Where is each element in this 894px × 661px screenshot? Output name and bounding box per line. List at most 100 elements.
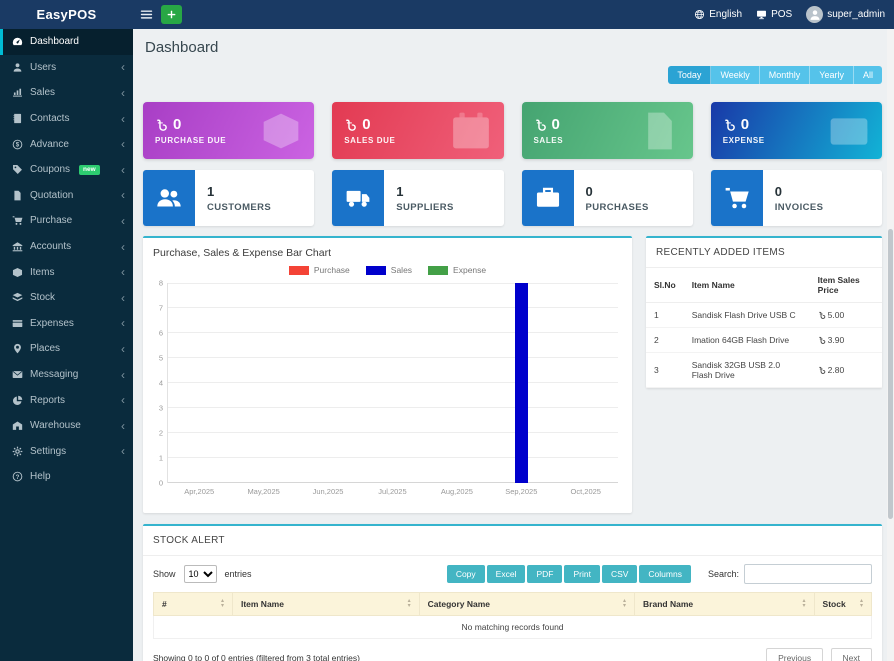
building-icon [12, 420, 23, 431]
sidebar-item-coupons[interactable]: Couponsnew‹ [0, 157, 133, 183]
stock-col-#[interactable]: ▴▾# [154, 593, 233, 616]
stat-value: 0 [173, 116, 181, 133]
filter-today-button[interactable]: Today [668, 66, 711, 84]
chart-icon [12, 87, 23, 98]
sidebar-item-label: Items [30, 267, 54, 278]
sidebar-item-accounts[interactable]: Accounts‹ [0, 234, 133, 260]
stat-card-row: 0PURCHASE DUE0SALES DUE0SALES0EXPENSE [143, 102, 882, 159]
stock-col-item-name[interactable]: ▴▾Item Name [232, 593, 419, 616]
sort-icon: ▴▾ [860, 599, 863, 609]
app-logo[interactable]: EasyPOS [0, 7, 133, 22]
recent-item-row: 3Sandisk 32GB USB 2.0 Flash Drive2.80 [646, 353, 882, 388]
price-amount: 3.90 [828, 335, 845, 345]
summary-label: SUPPLIERS [396, 202, 453, 213]
previous-page-button[interactable]: Previous [766, 648, 823, 661]
recent-col-header: Item Sales Price [810, 268, 882, 303]
stat-value: 0 [552, 116, 560, 133]
sidebar-item-label: Settings [30, 446, 66, 457]
sidebar-item-purchase[interactable]: Purchase‹ [0, 208, 133, 234]
export-copy-button[interactable]: Copy [447, 565, 485, 583]
x-tick-label: May,2025 [231, 487, 295, 496]
price-amount: 5.00 [828, 310, 845, 320]
chevron-left-icon: ‹ [121, 343, 125, 355]
export-columns-button[interactable]: Columns [639, 565, 691, 583]
filter-monthly-button[interactable]: Monthly [760, 66, 811, 84]
briefcase-icon [535, 185, 561, 211]
export-csv-button[interactable]: CSV [602, 565, 637, 583]
sidebar-item-advance[interactable]: $Advance‹ [0, 131, 133, 157]
y-tick-label: 8 [159, 279, 163, 288]
gridline [168, 382, 618, 383]
stat-value: 0 [741, 116, 749, 133]
pie-icon [12, 395, 23, 406]
sidebar-item-expenses[interactable]: Expenses‹ [0, 311, 133, 337]
sidebar-toggle-button[interactable] [140, 8, 153, 21]
sidebar-item-help[interactable]: ?Help [0, 464, 133, 490]
sidebar-item-settings[interactable]: Settings‹ [0, 439, 133, 465]
legend-swatch [428, 266, 448, 275]
y-tick-label: 4 [159, 379, 163, 388]
sidebar-item-sales[interactable]: Sales‹ [0, 80, 133, 106]
sidebar-item-contacts[interactable]: Contacts‹ [0, 106, 133, 132]
stock-col-label: Brand Name [643, 599, 693, 609]
user-menu[interactable]: super_admin [806, 6, 885, 23]
pos-link[interactable]: POS [756, 9, 792, 20]
y-tick-label: 2 [159, 429, 163, 438]
sidebar-item-label: Sales [30, 87, 55, 98]
page-size-select[interactable]: 10 [184, 565, 217, 583]
quick-add-button[interactable] [161, 5, 182, 24]
svg-text:?: ? [16, 474, 20, 481]
sidebar-item-items[interactable]: Items‹ [0, 259, 133, 285]
pagination: Previous Next [761, 648, 872, 661]
taka-icon [344, 118, 357, 131]
legend-sales[interactable]: Sales [366, 265, 412, 275]
layers-icon [12, 292, 23, 303]
stock-col-label: Stock [823, 599, 846, 609]
export-print-button[interactable]: Print [564, 565, 599, 583]
sidebar-item-places[interactable]: Places ‹ [0, 336, 133, 362]
summary-card-purchases: 0PURCHASES [522, 170, 693, 226]
legend-label: Purchase [314, 265, 350, 275]
recent-items-table: Sl.NoItem NameItem Sales Price 1Sandisk … [646, 268, 882, 388]
chevron-left-icon: ‹ [121, 113, 125, 125]
search-input[interactable] [744, 564, 872, 584]
chevron-left-icon: ‹ [121, 215, 125, 227]
legend-expense[interactable]: Expense [428, 265, 486, 275]
legend-swatch [366, 266, 386, 275]
next-page-button[interactable]: Next [831, 648, 872, 661]
language-menu[interactable]: English [694, 9, 742, 20]
export-excel-button[interactable]: Excel [487, 565, 526, 583]
filter-all-button[interactable]: All [854, 66, 882, 84]
export-pdf-button[interactable]: PDF [527, 565, 562, 583]
chart-legend: Purchase Sales Expense [143, 265, 632, 275]
recent-item-no: 3 [646, 353, 684, 388]
summary-value: 1 [207, 184, 271, 199]
filter-yearly-button[interactable]: Yearly [810, 66, 854, 84]
summary-icon-box [522, 170, 574, 226]
recent-item-price: 5.00 [818, 310, 874, 320]
summary-card-invoices: 0INVOICES [711, 170, 882, 226]
card-icon [12, 318, 23, 329]
sidebar-item-quotation[interactable]: Quotation‹ [0, 183, 133, 209]
stock-col-category-name[interactable]: ▴▾Category Name [419, 593, 634, 616]
scrollbar-thumb[interactable] [888, 229, 893, 519]
sidebar-item-users[interactable]: Users‹ [0, 55, 133, 81]
sidebar-item-warehouse[interactable]: Warehouse‹ [0, 413, 133, 439]
sidebar-item-label: Places [30, 343, 60, 354]
page-title: Dashboard [145, 39, 882, 56]
scrollbar[interactable] [887, 29, 894, 661]
legend-purchase[interactable]: Purchase [289, 265, 350, 275]
summary-value: 1 [396, 184, 453, 199]
cube-icon [12, 267, 23, 278]
sidebar-item-messaging[interactable]: Messaging‹ [0, 362, 133, 388]
svg-text:$: $ [16, 141, 20, 148]
sidebar-item-stock[interactable]: Stock‹ [0, 285, 133, 311]
y-tick-label: 3 [159, 404, 163, 413]
sidebar-item-dashboard[interactable]: Dashboard [0, 29, 133, 55]
gridline [168, 357, 618, 358]
y-tick-label: 1 [159, 454, 163, 463]
filter-weekly-button[interactable]: Weekly [711, 66, 759, 84]
stock-col-brand-name[interactable]: ▴▾Brand Name [635, 593, 815, 616]
stock-col-stock[interactable]: ▴▾ Stock [814, 593, 871, 616]
sidebar-item-reports[interactable]: Reports‹ [0, 387, 133, 413]
